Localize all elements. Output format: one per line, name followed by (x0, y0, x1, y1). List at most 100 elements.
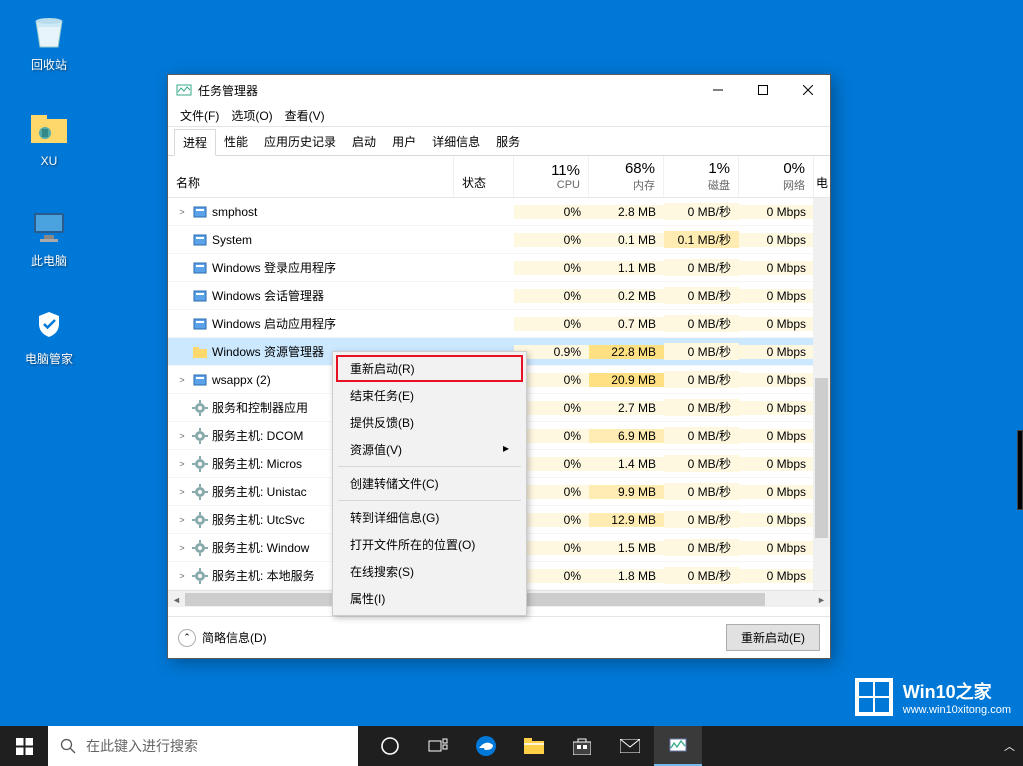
context-menu: 重新启动(R)结束任务(E)提供反馈(B)资源值(V)▸ 创建转储文件(C) 转到详… (332, 351, 527, 616)
desktop-icon-folder[interactable]: XU (12, 104, 86, 168)
desktop-icon-recycle[interactable]: 回收站 (12, 6, 86, 73)
folder-icon (25, 104, 73, 152)
desktop-icon-shield[interactable]: 电脑管家 (12, 300, 86, 367)
process-name: smphost (212, 205, 257, 219)
net-cell: 0 Mbps (739, 317, 814, 331)
titlebar[interactable]: 任务管理器 (168, 75, 830, 105)
col-status[interactable]: 状态 (454, 156, 514, 197)
desktop-icon-pc[interactable]: 此电脑 (12, 202, 86, 269)
vertical-scrollbar[interactable] (813, 198, 830, 599)
tab-0[interactable]: 进程 (174, 129, 216, 156)
ctx-item[interactable]: 结束任务(E) (336, 382, 523, 409)
ctx-item[interactable]: 转到详细信息(G) (336, 504, 523, 531)
taskbar: 在此键入进行搜索 ︿ (0, 726, 1023, 766)
tab-5[interactable]: 详细信息 (424, 129, 488, 155)
col-网络[interactable]: 0%网络 (739, 156, 814, 197)
ctx-item[interactable]: 属性(I) (336, 585, 523, 612)
net-cell: 0 Mbps (739, 457, 814, 471)
expand-icon[interactable]: > (176, 543, 188, 553)
process-name: Windows 资源管理器 (212, 343, 324, 360)
cpu-cell: 0% (514, 289, 589, 303)
process-icon (192, 316, 208, 332)
mem-cell: 1.4 MB (589, 457, 664, 471)
start-button[interactable] (0, 726, 48, 766)
process-name: 服务主机: Micros (212, 455, 302, 472)
tab-6[interactable]: 服务 (488, 129, 528, 155)
taskbar-search[interactable]: 在此键入进行搜索 (48, 726, 358, 766)
expand-icon[interactable]: > (176, 207, 188, 217)
minimize-button[interactable] (695, 75, 740, 105)
process-icon (192, 232, 208, 248)
col-name[interactable]: 名称 (168, 156, 454, 197)
menubar: 文件(F)选项(O)查看(V) (168, 105, 830, 127)
cortana-icon[interactable] (366, 726, 414, 766)
ctx-item[interactable]: 重新启动(R) (336, 355, 523, 382)
system-tray[interactable]: ︿ (1004, 738, 1023, 754)
net-cell: 0 Mbps (739, 401, 814, 415)
disk-cell: 0 MB/秒 (664, 371, 739, 388)
close-button[interactable] (785, 75, 830, 105)
process-row[interactable]: Windows 登录应用程序 0% 1.1 MB 0 MB/秒 0 Mbps (168, 254, 830, 282)
process-icon (192, 456, 208, 472)
tab-3[interactable]: 启动 (344, 129, 384, 155)
side-handle[interactable] (1017, 430, 1023, 510)
process-icon (192, 344, 208, 360)
restart-button[interactable]: 重新启动(E) (726, 624, 820, 651)
disk-cell: 0 MB/秒 (664, 343, 739, 360)
process-row[interactable]: System 0% 0.1 MB 0.1 MB/秒 0 Mbps (168, 226, 830, 254)
cpu-cell: 0% (514, 205, 589, 219)
chevron-up-icon[interactable]: ︿ (1004, 738, 1015, 754)
task-manager-taskbar-icon[interactable] (654, 726, 702, 766)
net-cell: 0 Mbps (739, 513, 814, 527)
net-cell: 0 Mbps (739, 569, 814, 583)
mem-cell: 0.7 MB (589, 317, 664, 331)
ctx-item[interactable]: 资源值(V)▸ (336, 436, 523, 463)
disk-cell: 0 MB/秒 (664, 427, 739, 444)
file-explorer-icon[interactable] (510, 726, 558, 766)
maximize-button[interactable] (740, 75, 785, 105)
expand-icon[interactable]: > (176, 487, 188, 497)
col-内存[interactable]: 68%内存 (589, 156, 664, 197)
fewer-details-button[interactable]: ⌃ 简略信息(D) (178, 629, 726, 647)
process-row[interactable]: Windows 启动应用程序 0% 0.7 MB 0 MB/秒 0 Mbps (168, 310, 830, 338)
process-row[interactable]: Windows 会话管理器 0% 0.2 MB 0 MB/秒 0 Mbps (168, 282, 830, 310)
net-cell: 0 Mbps (739, 485, 814, 499)
ctx-item[interactable]: 提供反馈(B) (336, 409, 523, 436)
process-row[interactable]: > smphost 0% 2.8 MB 0 MB/秒 0 Mbps (168, 198, 830, 226)
expand-icon[interactable]: > (176, 431, 188, 441)
col-extra[interactable]: 电 (814, 156, 830, 197)
process-icon (192, 400, 208, 416)
menu-item[interactable]: 选项(O) (225, 105, 278, 126)
expand-icon[interactable]: > (176, 515, 188, 525)
menu-item[interactable]: 文件(F) (174, 105, 225, 126)
process-name: System (212, 233, 252, 247)
task-view-icon[interactable] (414, 726, 462, 766)
tab-2[interactable]: 应用历史记录 (256, 129, 344, 155)
mail-icon[interactable] (606, 726, 654, 766)
tab-4[interactable]: 用户 (384, 129, 424, 155)
expand-icon[interactable]: > (176, 375, 188, 385)
process-name: 服务主机: Unistac (212, 483, 307, 500)
process-name: Windows 启动应用程序 (212, 315, 336, 332)
cpu-cell: 0% (514, 261, 589, 275)
expand-icon[interactable]: > (176, 571, 188, 581)
ctx-item[interactable]: 打开文件所在的位置(O) (336, 531, 523, 558)
ctx-item[interactable]: 创建转储文件(C) (336, 470, 523, 497)
net-cell: 0 Mbps (739, 261, 814, 275)
process-name: wsappx (2) (212, 373, 271, 387)
mem-cell: 1.5 MB (589, 541, 664, 555)
process-icon (192, 204, 208, 220)
menu-item[interactable]: 查看(V) (279, 105, 331, 126)
col-CPU[interactable]: 11%CPU (514, 156, 589, 197)
expand-icon[interactable]: > (176, 459, 188, 469)
tab-1[interactable]: 性能 (216, 129, 256, 155)
process-icon (192, 568, 208, 584)
mem-cell: 6.9 MB (589, 429, 664, 443)
ctx-item[interactable]: 在线搜索(S) (336, 558, 523, 585)
disk-cell: 0 MB/秒 (664, 511, 739, 528)
col-磁盘[interactable]: 1%磁盘 (664, 156, 739, 197)
store-icon[interactable] (558, 726, 606, 766)
process-name: Windows 会话管理器 (212, 287, 324, 304)
pc-icon (25, 202, 73, 250)
edge-icon[interactable] (462, 726, 510, 766)
